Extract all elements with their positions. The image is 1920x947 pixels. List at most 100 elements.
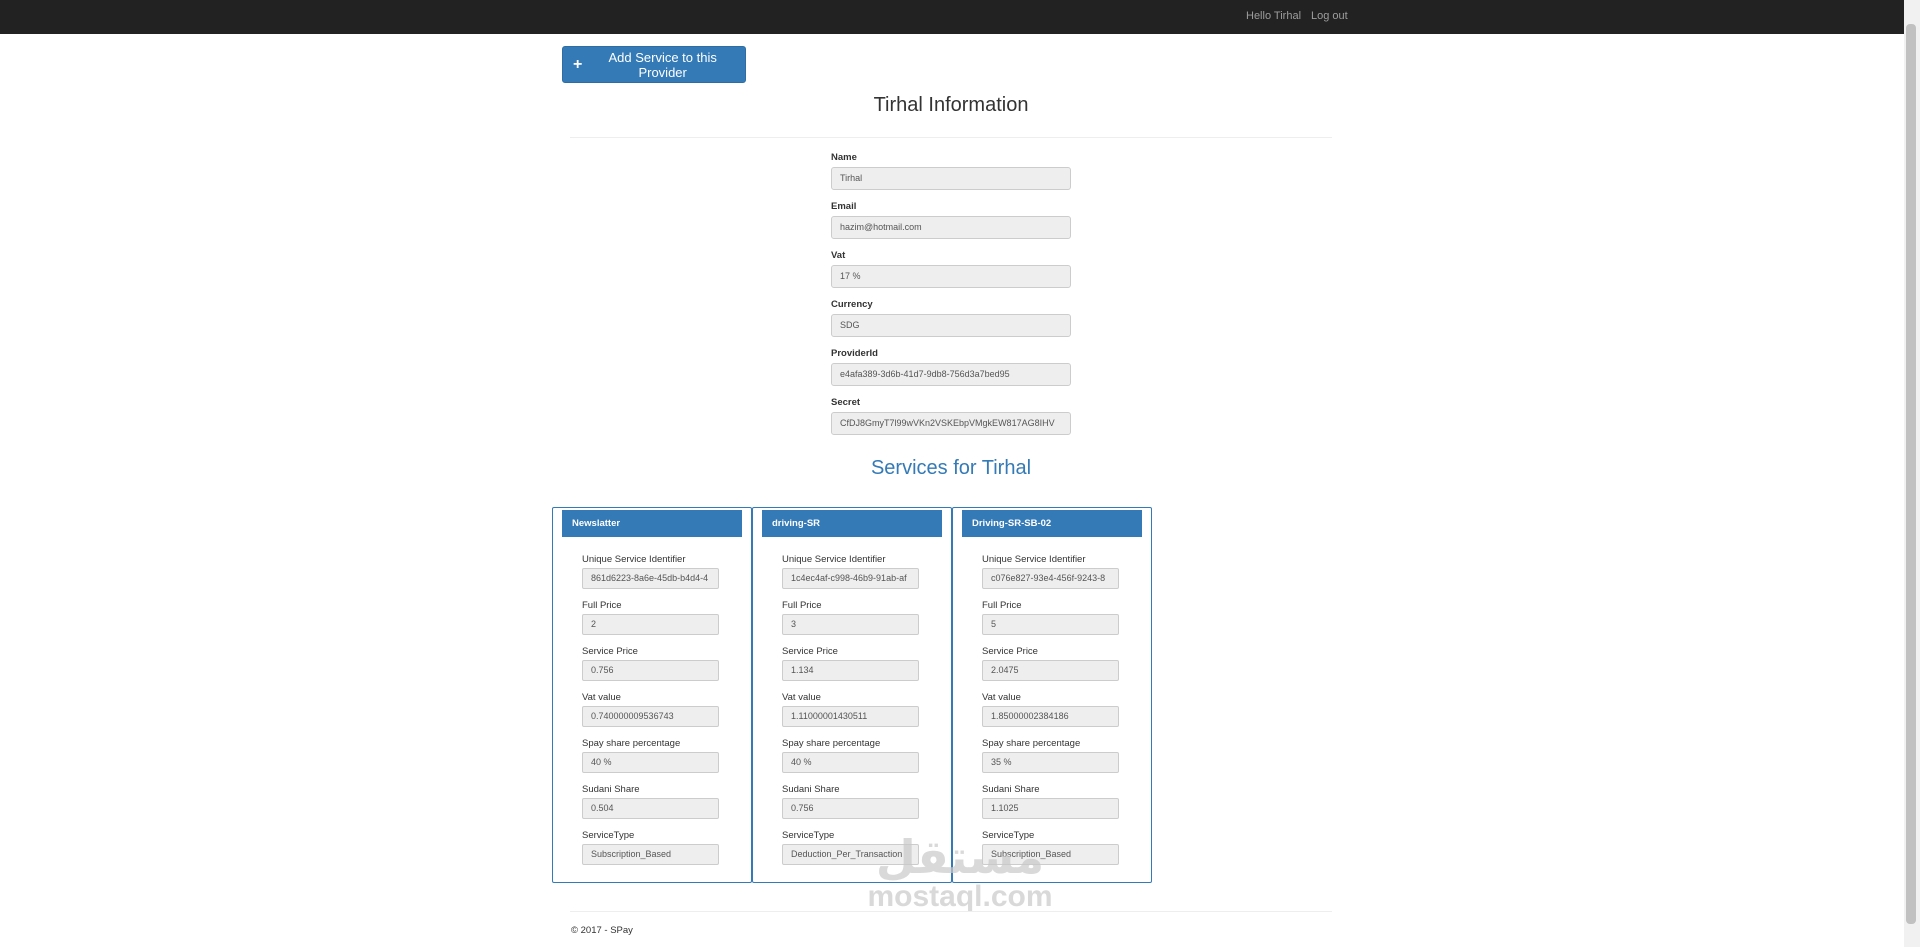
- page-title: Tirhal Information: [873, 94, 1029, 116]
- service-field: Vat value 1.11000001430511: [782, 692, 920, 738]
- provider-id-input[interactable]: e4afa389-3d6b-41d7-9db8-756d3a7bed95: [831, 363, 1071, 386]
- service-field: Service Price 1.134: [782, 646, 920, 692]
- service-field-label: ServiceType: [982, 830, 1035, 841]
- service-field: Sudani Share 0.756: [782, 784, 920, 830]
- provider-id-field: ProviderId e4afa389-3d6b-41d7-9db8-756d3…: [831, 348, 1071, 386]
- service-field-label: Unique Service Identifier: [782, 554, 886, 565]
- name-field: Name Tirhal: [831, 152, 1071, 190]
- service-type-input[interactable]: Subscription_Based: [582, 844, 719, 865]
- field-label: ProviderId: [831, 348, 878, 359]
- spay-share-input[interactable]: 40 %: [782, 752, 919, 773]
- service-field: Vat value 0.740000009536743: [582, 692, 720, 738]
- unique-id-input[interactable]: c076e827-93e4-456f-9243-8: [982, 568, 1119, 589]
- secret-input[interactable]: CfDJ8GmyT7l99wVKn2VSKEbpVMgkEW817AG8IHV: [831, 412, 1071, 435]
- sudani-share-input[interactable]: 1.1025: [982, 798, 1119, 819]
- service-field-label: Vat value: [782, 692, 821, 703]
- sudani-share-input[interactable]: 0.756: [782, 798, 919, 819]
- unique-id-input[interactable]: 1c4ec4af-c998-46b9-91ab-af: [782, 568, 919, 589]
- service-field: Vat value 1.85000002384186: [982, 692, 1120, 738]
- service-card-body: Unique Service Identifier 1c4ec4af-c998-4…: [782, 554, 920, 876]
- service-field-label: Full Price: [982, 600, 1022, 611]
- service-field-label: Sudani Share: [782, 784, 840, 795]
- service-field-label: ServiceType: [782, 830, 835, 841]
- secret-field: Secret CfDJ8GmyT7l99wVKn2VSKEbpVMgkEW817…: [831, 397, 1071, 435]
- service-card: driving-SR Unique Service Identifier 1c4e…: [752, 507, 952, 883]
- service-field-label: Vat value: [582, 692, 621, 703]
- footer-copyright: © 2017 - SPay: [571, 925, 633, 936]
- service-field-label: Service Price: [782, 646, 838, 657]
- service-price-input[interactable]: 1.134: [782, 660, 919, 681]
- service-price-input[interactable]: 0.756: [582, 660, 719, 681]
- sudani-share-input[interactable]: 0.504: [582, 798, 719, 819]
- service-field: Sudani Share 0.504: [582, 784, 720, 830]
- full-price-input[interactable]: 5: [982, 614, 1119, 635]
- top-navbar: Hello Tirhal Log out: [0, 0, 1920, 34]
- service-field-label: Spay share percentage: [982, 738, 1081, 749]
- service-price-input[interactable]: 2.0475: [982, 660, 1119, 681]
- full-price-input[interactable]: 2: [582, 614, 719, 635]
- service-field: Unique Service Identifier c076e827-93e4-4…: [982, 554, 1120, 600]
- vat-input[interactable]: 17 %: [831, 265, 1071, 288]
- spay-share-input[interactable]: 40 %: [582, 752, 719, 773]
- service-field: Spay share percentage 35 %: [982, 738, 1120, 784]
- footer-divider: [570, 911, 1332, 912]
- service-card-title: Newslatter: [562, 510, 742, 537]
- service-field: Spay share percentage 40 %: [782, 738, 920, 784]
- service-field-label: Sudani Share: [982, 784, 1040, 795]
- service-card-body: Unique Service Identifier 861d6223-8a6e-4…: [582, 554, 720, 876]
- logout-link[interactable]: Log out: [1311, 10, 1348, 22]
- vat-field: Vat 17 %: [831, 250, 1071, 288]
- field-label: Currency: [831, 299, 873, 310]
- service-card-title: driving-SR: [762, 510, 942, 537]
- field-label: Email: [831, 201, 857, 212]
- watermark-latin: mostaql.com: [867, 880, 1053, 913]
- user-greeting-link[interactable]: Hello Tirhal: [1246, 10, 1301, 22]
- vat-value-input[interactable]: 1.11000001430511: [782, 706, 919, 727]
- service-field: Full Price 3: [782, 600, 920, 646]
- service-field-label: Full Price: [782, 600, 822, 611]
- service-field-label: Vat value: [982, 692, 1021, 703]
- service-field-label: Unique Service Identifier: [582, 554, 686, 565]
- field-label: Name: [831, 152, 857, 163]
- service-field-label: Sudani Share: [582, 784, 640, 795]
- vat-value-input[interactable]: 0.740000009536743: [582, 706, 719, 727]
- service-type-input[interactable]: Deduction_Per_Transaction: [782, 844, 919, 865]
- add-service-label: Add Service to this Provider: [608, 49, 717, 80]
- service-field: ServiceType Subscription_Based: [582, 830, 720, 876]
- service-field-label: Service Price: [982, 646, 1038, 657]
- service-field-label: Unique Service Identifier: [982, 554, 1086, 565]
- field-label: Vat: [831, 250, 846, 261]
- service-field: ServiceType Deduction_Per_Transaction: [782, 830, 920, 876]
- service-field: Service Price 0.756: [582, 646, 720, 692]
- field-label: Secret: [831, 397, 861, 408]
- spay-share-input[interactable]: 35 %: [982, 752, 1119, 773]
- service-field: Sudani Share 1.1025: [982, 784, 1120, 830]
- service-type-input[interactable]: Subscription_Based: [982, 844, 1119, 865]
- currency-input[interactable]: SDG: [831, 314, 1071, 337]
- service-field-label: Spay share percentage: [782, 738, 881, 749]
- service-card: Driving-SR-SB-02 Unique Service Identifi…: [952, 507, 1152, 883]
- service-field-label: Service Price: [582, 646, 638, 657]
- service-field-label: Spay share percentage: [582, 738, 681, 749]
- unique-id-input[interactable]: 861d6223-8a6e-45db-b4d4-4: [582, 568, 719, 589]
- service-card-title: Driving-SR-SB-02: [962, 510, 1142, 537]
- add-service-button[interactable]: + Add Service to this Provider: [562, 46, 746, 83]
- scrollbar-thumb[interactable]: [1906, 24, 1916, 924]
- service-card-body: Unique Service Identifier c076e827-93e4-4…: [982, 554, 1120, 876]
- service-field: Spay share percentage 40 %: [582, 738, 720, 784]
- service-field-label: ServiceType: [582, 830, 635, 841]
- full-price-input[interactable]: 3: [782, 614, 919, 635]
- currency-field: Currency SDG: [831, 299, 1071, 337]
- name-input[interactable]: Tirhal: [831, 167, 1071, 190]
- vat-value-input[interactable]: 1.85000002384186: [982, 706, 1119, 727]
- service-field: Unique Service Identifier 1c4ec4af-c998-4…: [782, 554, 920, 600]
- services-title: Services for Tirhal: [870, 457, 1032, 479]
- service-field: Service Price 2.0475: [982, 646, 1120, 692]
- service-card: Newslatter Unique Service Identifier 861d…: [552, 507, 752, 883]
- service-field: Full Price 5: [982, 600, 1120, 646]
- service-field: Unique Service Identifier 861d6223-8a6e-4…: [582, 554, 720, 600]
- service-field: Full Price 2: [582, 600, 720, 646]
- email-field: Email hazim@hotmail.com: [831, 201, 1071, 239]
- email-input[interactable]: hazim@hotmail.com: [831, 216, 1071, 239]
- plus-icon: +: [573, 55, 583, 73]
